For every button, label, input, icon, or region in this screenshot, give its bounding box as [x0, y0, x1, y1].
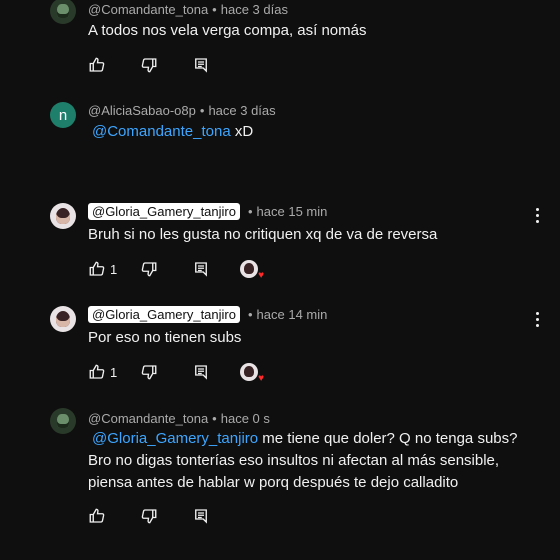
more-options-button[interactable]	[528, 206, 546, 224]
thumbs-up-icon	[89, 508, 105, 523]
timestamp[interactable]: hace 0 s	[221, 411, 270, 426]
reply-button[interactable]	[192, 260, 240, 278]
avatar[interactable]	[50, 408, 76, 434]
author-name[interactable]: @AliciaSabao-o8p	[88, 103, 196, 118]
reply-icon	[195, 365, 207, 380]
comment-header: @Comandante_tona • hace 0 s	[88, 411, 270, 426]
dislike-button[interactable]	[140, 363, 192, 381]
heart-icon: ♥	[258, 270, 264, 281]
more-vert-icon	[535, 207, 539, 211]
avatar[interactable]	[50, 0, 76, 24]
more-options-button[interactable]	[528, 310, 546, 328]
avatar-letter: n	[58, 106, 68, 124]
mention-link[interactable]: @Comandante_tona	[92, 123, 231, 140]
avatar[interactable]	[50, 203, 76, 229]
reply-icon	[195, 58, 207, 73]
more-vert-icon	[535, 311, 539, 315]
dislike-button[interactable]	[140, 507, 192, 525]
timestamp[interactable]: hace 14 min	[257, 307, 328, 322]
avatar[interactable]: n	[50, 102, 76, 128]
comment-header: @AliciaSabao-o8p • hace 3 días	[88, 103, 276, 118]
action-bar: 1 ♥	[88, 361, 264, 384]
reply-button[interactable]	[192, 363, 240, 381]
timestamp[interactable]: hace 3 días	[221, 2, 288, 17]
reply-icon	[195, 509, 207, 524]
comment-text: A todos nos vela verga compa, así nomás	[88, 20, 528, 42]
separator-dot: •	[212, 411, 217, 426]
comment-text: @Gloria_Gamery_tanjiro me tiene que dole…	[88, 428, 538, 494]
timestamp[interactable]: hace 3 días	[208, 103, 275, 118]
creator-heart-badge: ♥	[240, 363, 264, 384]
like-button[interactable]: 1	[88, 363, 140, 381]
author-name[interactable]: @Comandante_tona	[88, 411, 208, 426]
comment-header: @Gloria_Gamery_tanjiro • hace 14 min	[88, 306, 327, 323]
action-bar: 1 ♥	[88, 258, 264, 281]
thumbs-down-icon	[141, 58, 157, 73]
thumbs-up-icon	[89, 57, 105, 72]
like-button[interactable]	[88, 507, 140, 525]
like-count: 1	[110, 261, 118, 277]
action-bar	[88, 54, 240, 76]
mention-link[interactable]: @Gloria_Gamery_tanjiro	[92, 430, 258, 447]
comment-body: A todos nos vela verga compa, así nomás	[88, 22, 367, 39]
reply-icon	[195, 262, 207, 277]
comment-header: @Comandante_tona • hace 3 días	[88, 2, 288, 17]
comment-text: @Comandante_tona xD	[88, 121, 528, 143]
author-name[interactable]: @Comandante_tona	[88, 2, 208, 17]
thumbs-up-icon	[89, 364, 105, 379]
comment-text: Por eso no tienen subs	[88, 327, 528, 349]
dislike-button[interactable]	[140, 260, 192, 278]
comment-text: Bruh si no les gusta no critiquen xq de …	[88, 224, 528, 246]
author-name[interactable]: @Gloria_Gamery_tanjiro	[88, 306, 240, 323]
separator-dot: •	[199, 103, 205, 118]
thumbs-down-icon	[141, 262, 157, 277]
like-button[interactable]: 1	[88, 260, 140, 278]
comment-body: Bruh si no les gusta no critiquen xq de …	[88, 226, 438, 243]
separator-dot: •	[247, 307, 253, 322]
separator-dot: •	[212, 2, 217, 17]
like-count: 1	[110, 364, 118, 380]
comment-header: @Gloria_Gamery_tanjiro • hace 15 min	[88, 203, 327, 220]
dislike-button[interactable]	[140, 56, 192, 74]
comment-body: Por eso no tienen subs	[88, 329, 242, 346]
thumbs-up-icon	[89, 261, 105, 276]
creator-heart-badge: ♥	[240, 260, 264, 281]
timestamp[interactable]: hace 15 min	[257, 204, 328, 219]
thumbs-down-icon	[141, 509, 157, 524]
action-bar	[88, 505, 240, 527]
separator-dot: •	[247, 204, 253, 219]
like-button[interactable]	[88, 56, 140, 74]
reply-button[interactable]	[192, 507, 240, 525]
thumbs-down-icon	[141, 365, 157, 380]
heart-icon: ♥	[258, 373, 264, 384]
comment-body: xD	[234, 123, 254, 140]
reply-button[interactable]	[192, 56, 240, 74]
author-name[interactable]: @Gloria_Gamery_tanjiro	[88, 203, 240, 220]
avatar[interactable]	[50, 306, 76, 332]
